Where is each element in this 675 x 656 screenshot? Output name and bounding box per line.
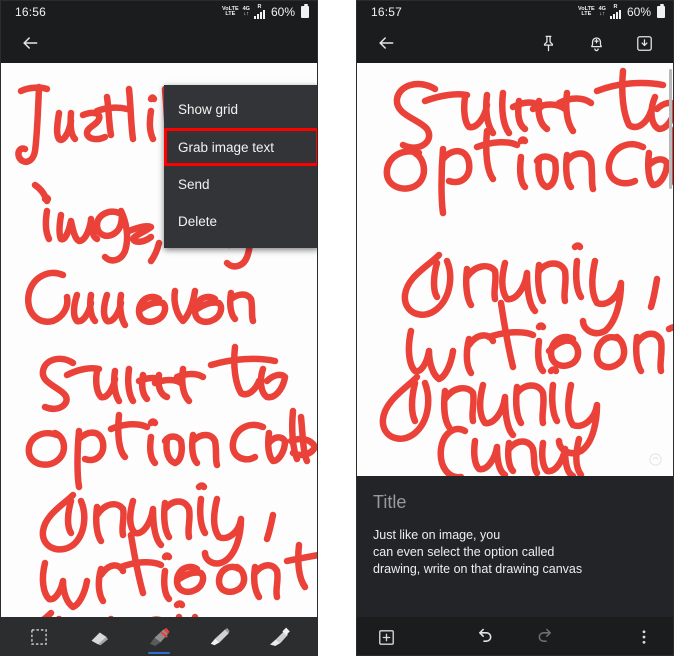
volte-icon: VoLTE LTE bbox=[222, 6, 239, 18]
screenshot-stage: 16:56 VoLTE LTE 4G ↓↑ R 60% Show grid Gr… bbox=[0, 0, 675, 656]
status-clock: 16:57 bbox=[371, 5, 403, 19]
pencil-tool[interactable] bbox=[196, 617, 242, 655]
canvas-watermark-icon bbox=[648, 452, 663, 467]
menu-item-send[interactable]: Send bbox=[164, 166, 317, 203]
note-body: Title Just like on image, you can even s… bbox=[357, 476, 673, 617]
save-to-box-icon[interactable] bbox=[627, 26, 661, 60]
data-arrows-label: ↓↑ bbox=[599, 11, 606, 17]
volte-icon-bottom: LTE bbox=[581, 11, 592, 17]
menu-item-grab-image-text[interactable]: Grab image text bbox=[164, 128, 317, 166]
redo-icon[interactable] bbox=[529, 620, 563, 654]
status-clock: 16:56 bbox=[15, 5, 47, 19]
handwriting-ink-right bbox=[379, 67, 673, 476]
battery-icon bbox=[657, 4, 665, 18]
menu-item-label: Send bbox=[178, 177, 210, 192]
signal-bars-icon bbox=[253, 10, 265, 20]
note-text-content[interactable]: Just like on image, you can even select … bbox=[373, 527, 657, 578]
app-bar bbox=[1, 23, 317, 63]
signal-strength-icon: R bbox=[253, 4, 265, 20]
drawing-canvas-right[interactable] bbox=[357, 63, 673, 476]
status-bar: 16:56 VoLTE LTE 4G ↓↑ R 60% bbox=[1, 1, 317, 23]
phone-panel-left: 16:56 VoLTE LTE 4G ↓↑ R 60% Show grid Gr… bbox=[0, 0, 318, 656]
brush-tool[interactable] bbox=[256, 617, 302, 655]
volte-icon-bottom: LTE bbox=[225, 11, 236, 17]
battery-percent-label: 60% bbox=[270, 5, 295, 19]
add-box-icon[interactable] bbox=[369, 620, 403, 654]
battery-icon bbox=[301, 4, 309, 18]
context-menu[interactable]: Show grid Grab image text Send Delete bbox=[164, 85, 317, 248]
canvas-scrollbar[interactable] bbox=[669, 69, 672, 189]
mobile-data-icon: 4G ↓↑ bbox=[599, 6, 606, 18]
signal-strength-icon: R bbox=[609, 4, 621, 20]
menu-item-label: Show grid bbox=[178, 102, 239, 117]
mobile-data-icon: 4G ↓↑ bbox=[243, 6, 250, 18]
drawing-canvas-left[interactable]: Show grid Grab image text Send Delete bbox=[1, 63, 317, 617]
volte-icon: VoLTE LTE bbox=[578, 6, 595, 18]
alarm-bell-add-icon[interactable] bbox=[579, 26, 613, 60]
menu-item-label: Delete bbox=[178, 214, 218, 229]
note-title-field[interactable]: Title bbox=[373, 492, 657, 513]
selection-tool[interactable] bbox=[16, 617, 62, 655]
menu-item-delete[interactable]: Delete bbox=[164, 203, 317, 240]
signal-bars-icon bbox=[609, 10, 621, 20]
red-pen-tool[interactable] bbox=[136, 617, 182, 655]
undo-icon[interactable] bbox=[467, 620, 501, 654]
undo-redo-group bbox=[467, 620, 563, 654]
data-arrows-label: ↓↑ bbox=[243, 11, 250, 17]
phone-panel-right: 16:57 VoLTE LTE 4G ↓↑ R 60% Title Just l… bbox=[356, 0, 674, 656]
note-bottom-bar bbox=[357, 617, 673, 655]
battery-percent-label: 60% bbox=[626, 5, 651, 19]
menu-item-show-grid[interactable]: Show grid bbox=[164, 91, 317, 128]
back-arrow-icon[interactable] bbox=[369, 26, 403, 60]
status-icons: VoLTE LTE 4G ↓↑ R 60% bbox=[222, 4, 309, 20]
eraser-tool[interactable] bbox=[76, 617, 122, 655]
menu-item-label: Grab image text bbox=[178, 139, 275, 155]
pin-icon[interactable] bbox=[531, 26, 565, 60]
status-icons: VoLTE LTE 4G ↓↑ R 60% bbox=[578, 4, 665, 20]
app-bar bbox=[357, 23, 673, 63]
back-arrow-icon[interactable] bbox=[13, 26, 47, 60]
status-bar: 16:57 VoLTE LTE 4G ↓↑ R 60% bbox=[357, 1, 673, 23]
drawing-toolbar bbox=[1, 617, 317, 655]
more-vertical-icon[interactable] bbox=[627, 620, 661, 654]
